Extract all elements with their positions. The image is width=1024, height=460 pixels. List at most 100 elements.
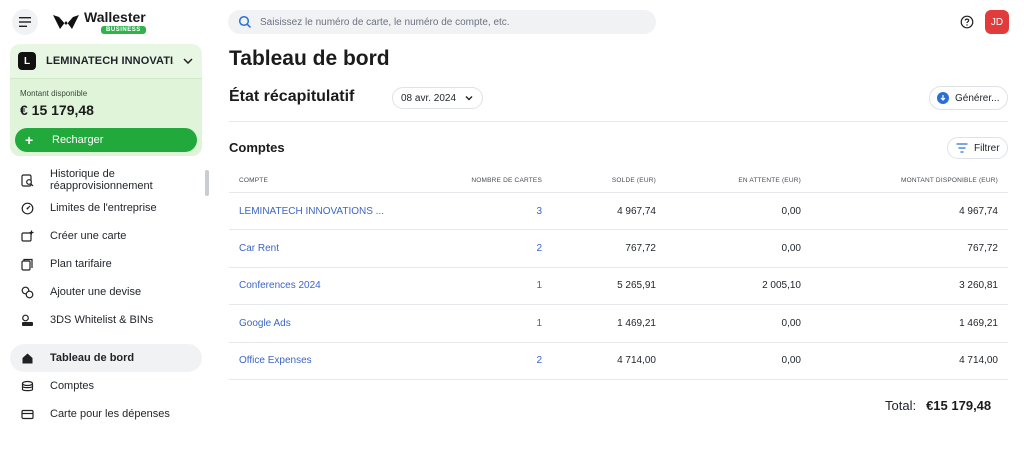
sidebar-item-label: Limites de l'entreprise bbox=[50, 202, 157, 214]
chevron-down-icon bbox=[464, 93, 474, 103]
hamburger-icon bbox=[19, 17, 31, 27]
shield-list-icon bbox=[20, 313, 34, 327]
user-avatar[interactable]: JD bbox=[985, 10, 1009, 34]
total-value: €15 179,48 bbox=[926, 398, 992, 413]
brand-name: Wallester bbox=[84, 9, 146, 25]
table-row[interactable]: Google Ads 1 1 469,21 0,00 1 469,21 bbox=[229, 305, 1008, 343]
column-header-account[interactable]: COMPTE bbox=[229, 177, 470, 184]
balance-panel: Montant disponible € 15 179,48 + Recharg… bbox=[10, 78, 202, 156]
sidebar-item-add-currency[interactable]: Ajouter une devise bbox=[10, 278, 202, 306]
sidebar-item-label: Plan tarifaire bbox=[50, 258, 112, 270]
table-row[interactable]: Car Rent 2 767,72 0,00 767,72 bbox=[229, 230, 1008, 268]
date-selector[interactable]: 08 avr. 2024 bbox=[392, 87, 484, 109]
sidebar-item-accounts[interactable]: Comptes bbox=[10, 372, 202, 400]
available-cell: 3 260,81 bbox=[959, 280, 998, 292]
pending-cell: 0,00 bbox=[781, 243, 801, 255]
balance-cell: 767,72 bbox=[625, 243, 656, 255]
card-count[interactable]: 1 bbox=[470, 318, 542, 329]
card-count[interactable]: 2 bbox=[470, 355, 542, 366]
sidebar: Wallester BUSINESS L LEMINATECH INNOVATI… bbox=[0, 0, 214, 460]
plus-icon: + bbox=[25, 132, 34, 148]
table-header: COMPTE NOMBRE DE CARTES SOLDE (EUR) EN A… bbox=[229, 169, 1008, 193]
summary-title: État récapitulatif bbox=[229, 88, 355, 105]
column-header-cards[interactable]: NOMBRE DE CARTES bbox=[470, 177, 542, 184]
column-header-pending[interactable]: EN ATTENTE (EUR) bbox=[656, 177, 801, 184]
accounts-table: COMPTE NOMBRE DE CARTES SOLDE (EUR) EN A… bbox=[229, 169, 1008, 380]
menu-button[interactable] bbox=[12, 9, 38, 35]
available-cell: 1 469,21 bbox=[959, 317, 998, 329]
column-header-balance[interactable]: SOLDE (EUR) bbox=[542, 177, 656, 184]
balance-cell: 4 967,74 bbox=[617, 205, 656, 217]
card-count[interactable]: 3 bbox=[470, 206, 542, 217]
sidebar-item-3ds-whitelist[interactable]: 3DS Whitelist & BINs bbox=[10, 306, 202, 334]
sidebar-item-expense-card[interactable]: Carte pour les dépenses bbox=[10, 400, 202, 428]
account-name[interactable]: LEMINATECH INNOVATIONS ... bbox=[229, 206, 470, 217]
filter-label: Filtrer bbox=[974, 142, 1000, 154]
brand-logo[interactable]: Wallester BUSINESS bbox=[52, 10, 146, 34]
global-search[interactable] bbox=[228, 10, 656, 34]
account-name[interactable]: Google Ads bbox=[229, 318, 470, 329]
available-cell: 767,72 bbox=[967, 243, 998, 255]
history-search-icon bbox=[20, 173, 34, 187]
company-name: LEMINATECH INNOVATI... bbox=[46, 55, 174, 67]
divider bbox=[229, 121, 1008, 122]
chevron-down-icon bbox=[182, 55, 194, 67]
download-icon bbox=[937, 92, 949, 104]
card-count[interactable]: 2 bbox=[470, 243, 542, 254]
balance-value: € 15 179,48 bbox=[20, 102, 94, 118]
sidebar-item-label: Ajouter une devise bbox=[50, 286, 142, 298]
accounts-icon bbox=[20, 379, 34, 393]
sidebar-item-company-limits[interactable]: Limites de l'entreprise bbox=[10, 194, 202, 222]
sidebar-item-create-card[interactable]: Créer une carte bbox=[10, 222, 202, 250]
available-cell: 4 714,00 bbox=[959, 355, 998, 367]
date-value: 08 avr. 2024 bbox=[401, 92, 457, 104]
balance-cell: 1 469,21 bbox=[617, 317, 656, 329]
pending-cell: 2 005,10 bbox=[762, 280, 801, 292]
brand-bar: Wallester BUSINESS bbox=[12, 8, 146, 36]
search-icon bbox=[238, 15, 252, 29]
total-summary: Total: €15 179,48 bbox=[885, 398, 991, 413]
wallester-logo-icon bbox=[53, 15, 79, 29]
pending-cell: 0,00 bbox=[781, 205, 801, 217]
help-icon[interactable] bbox=[960, 15, 974, 29]
sidebar-scrollbar[interactable] bbox=[205, 170, 209, 196]
generate-label: Générer... bbox=[955, 92, 1000, 104]
column-header-available[interactable]: MONTANT DISPONIBLE (EUR) bbox=[801, 177, 998, 184]
generate-button[interactable]: Générer... bbox=[929, 86, 1008, 110]
sidebar-nav: Historique de réapprovisionnement Limite… bbox=[10, 166, 202, 428]
table-row[interactable]: Conferences 2024 1 5 265,91 2 005,10 3 2… bbox=[229, 268, 1008, 306]
pricing-plan-icon bbox=[20, 257, 34, 271]
sidebar-item-label: Créer une carte bbox=[50, 230, 127, 242]
recharge-button[interactable]: + Recharger bbox=[15, 128, 197, 152]
sidebar-item-dashboard[interactable]: Tableau de bord bbox=[10, 344, 202, 372]
sidebar-item-pricing-plan[interactable]: Plan tarifaire bbox=[10, 250, 202, 278]
account-name[interactable]: Car Rent bbox=[229, 243, 470, 254]
pending-cell: 0,00 bbox=[781, 317, 801, 329]
company-card: L LEMINATECH INNOVATI... Montant disponi… bbox=[10, 44, 202, 156]
available-cell: 4 967,74 bbox=[959, 205, 998, 217]
recharge-label: Recharger bbox=[52, 134, 104, 146]
company-avatar: L bbox=[18, 52, 36, 70]
gauge-icon bbox=[20, 201, 34, 215]
currency-icon bbox=[20, 285, 34, 299]
brand-badge: BUSINESS bbox=[101, 26, 146, 34]
sidebar-item-label: Carte pour les dépenses bbox=[50, 408, 170, 420]
add-card-icon bbox=[20, 229, 34, 243]
card-icon bbox=[20, 407, 34, 421]
company-selector[interactable]: L LEMINATECH INNOVATI... bbox=[10, 44, 202, 78]
sidebar-item-label: 3DS Whitelist & BINs bbox=[50, 314, 154, 326]
balance-cell: 5 265,91 bbox=[617, 280, 656, 292]
balance-cell: 4 714,00 bbox=[617, 355, 656, 367]
search-input[interactable] bbox=[260, 16, 640, 28]
card-count[interactable]: 1 bbox=[470, 280, 542, 291]
total-label: Total: bbox=[885, 398, 917, 413]
table-row[interactable]: LEMINATECH INNOVATIONS ... 3 4 967,74 0,… bbox=[229, 193, 1008, 231]
sidebar-item-label: Tableau de bord bbox=[50, 352, 135, 364]
home-icon bbox=[20, 351, 34, 365]
sidebar-item-replenishment-history[interactable]: Historique de réapprovisionnement bbox=[10, 166, 202, 194]
account-name[interactable]: Conferences 2024 bbox=[229, 280, 470, 291]
account-name[interactable]: Office Expenses bbox=[229, 355, 470, 366]
table-row[interactable]: Office Expenses 2 4 714,00 0,00 4 714,00 bbox=[229, 343, 1008, 380]
filter-button[interactable]: Filtrer bbox=[947, 137, 1008, 159]
page-title: Tableau de bord bbox=[229, 47, 390, 70]
